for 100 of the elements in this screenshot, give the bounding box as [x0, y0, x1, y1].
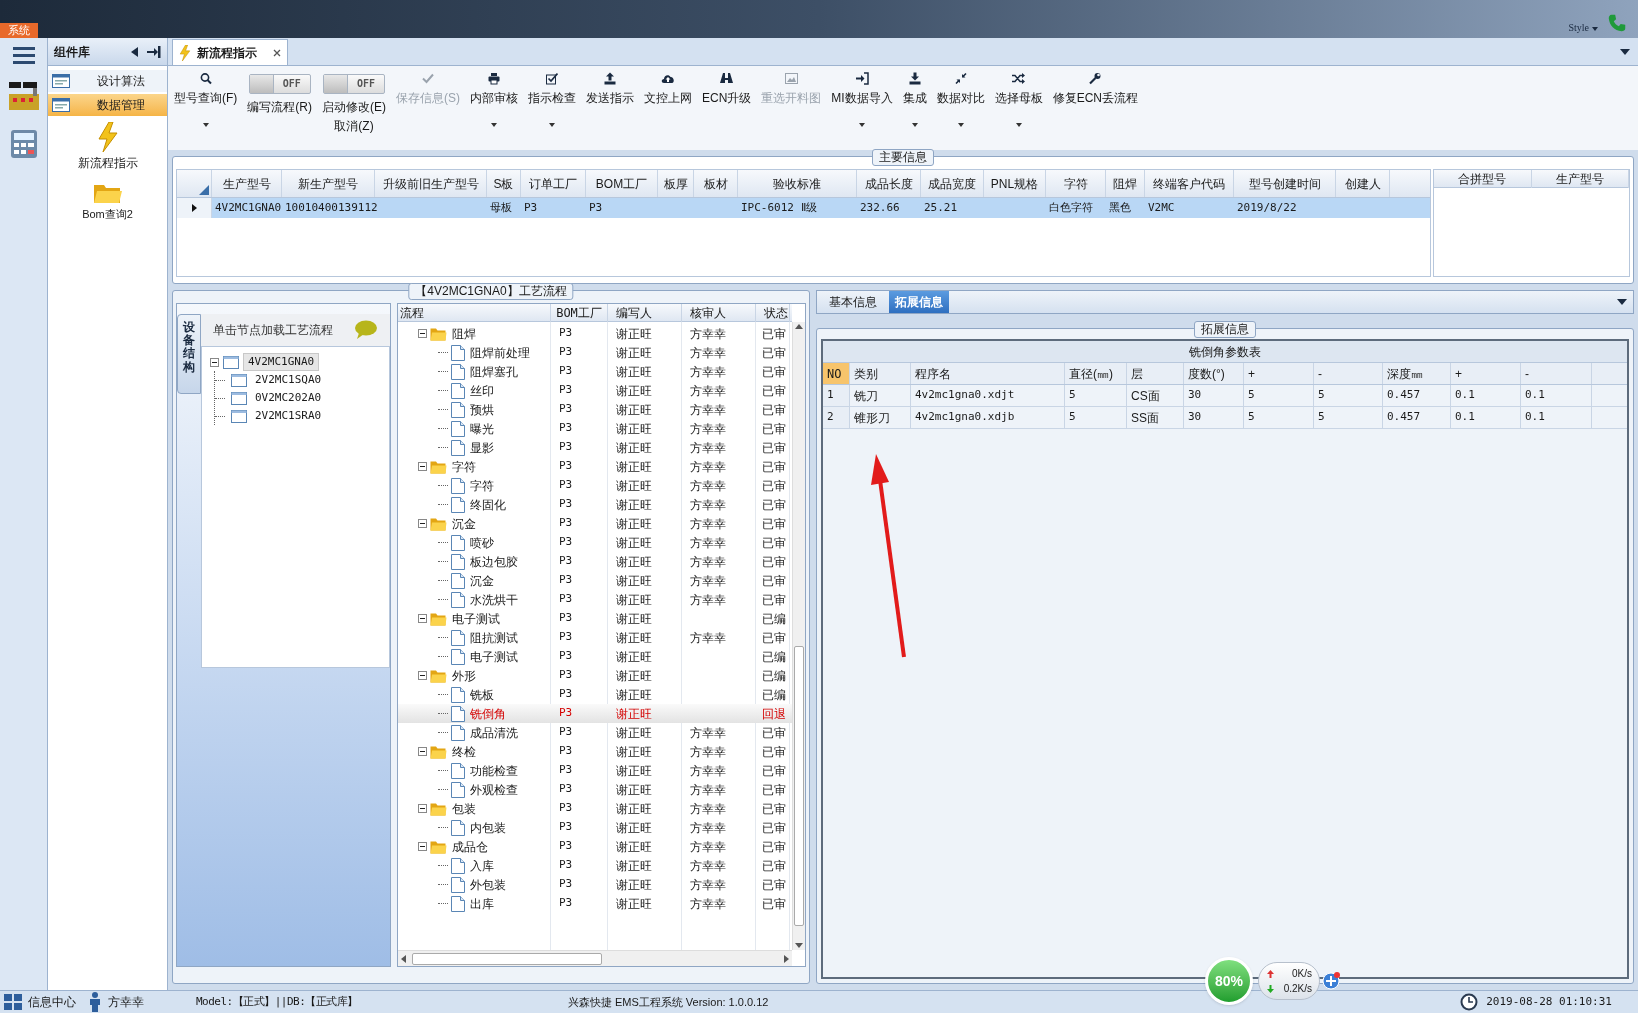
toolbar-button[interactable]: 集成 [902, 70, 927, 127]
collapse-icon[interactable] [210, 357, 219, 367]
column-header[interactable]: 终端客户代码 [1145, 170, 1234, 197]
column-header[interactable]: 类别 [850, 363, 911, 384]
scroll-left-icon[interactable] [401, 954, 406, 963]
column-header[interactable]: 阻焊 [1106, 170, 1145, 197]
column-header[interactable]: 验收标准 [738, 170, 857, 197]
table-row[interactable]: 水洗烘干 P3 谢正旺 方幸幸 已审 [398, 590, 792, 609]
table-row[interactable]: 铣倒角 P3 谢正旺 回退 [398, 704, 792, 723]
column-header[interactable]: 深度㎜ [1383, 363, 1451, 384]
column-header[interactable]: 板材 [694, 170, 738, 197]
collapse-icon[interactable] [418, 462, 427, 471]
column-header[interactable]: 层 [1127, 363, 1184, 384]
table-row[interactable]: 铣板 P3 谢正旺 已编 [398, 685, 792, 704]
dropdown-caret-icon[interactable] [1592, 27, 1598, 31]
column-header[interactable]: 合拼型号 [1434, 170, 1532, 188]
scroll-up-icon[interactable] [795, 324, 803, 329]
table-row[interactable]: 阻抗测试 P3 谢正旺 方幸幸 已审 [398, 628, 792, 647]
table-row[interactable]: 阻焊 P3 谢正旺 方幸幸 已审 [398, 324, 792, 343]
calculator-icon[interactable] [8, 128, 39, 160]
column-header[interactable]: 直径(㎜) [1065, 363, 1127, 384]
column-header[interactable]: 成品宽度 [921, 170, 984, 197]
column-header[interactable]: BOM工厂 [586, 170, 658, 197]
corner-icon[interactable] [199, 185, 209, 195]
table-row[interactable]: 电子测试 P3 谢正旺 已编 [398, 609, 792, 628]
table-row[interactable]: 成品清洗 P3 谢正旺 方幸幸 已审 [398, 723, 792, 742]
close-icon[interactable] [273, 48, 281, 57]
column-header[interactable]: + [1244, 363, 1314, 384]
column-header[interactable]: 度数(°) [1184, 363, 1244, 384]
collapse-icon[interactable] [418, 842, 427, 851]
toolbar-button[interactable]: 数据对比 [936, 70, 985, 127]
table-row[interactable]: 阻焊前处理 P3 谢正旺 方幸幸 已审 [398, 343, 792, 362]
toolbar-button[interactable]: 指示检查 [528, 70, 576, 127]
table-row[interactable]: 成品仓 P3 谢正旺 方幸幸 已审 [398, 837, 792, 856]
dropdown-arrow-icon[interactable] [1620, 49, 1630, 55]
side-tab[interactable]: 设备结构 [177, 314, 201, 394]
table-row[interactable]: 阻焊塞孔 P3 谢正旺 方幸幸 已审 [398, 362, 792, 381]
menu-icon[interactable] [12, 46, 35, 64]
table-row[interactable]: 4V2MC1GNA0 10010400139112 母板 P3 P3 IPC-6012 Ⅱ级 232.66 25.21 白色字符 黑色 V2MC 2019/8/22 [177, 198, 1430, 218]
dropdown-caret-icon[interactable] [859, 123, 865, 127]
table-row[interactable]: 曝光 P3 谢正旺 方幸幸 已审 [398, 419, 792, 438]
dropdown-caret-icon[interactable] [549, 123, 555, 127]
table-row[interactable]: 终检 P3 谢正旺 方幸幸 已审 [398, 742, 792, 761]
table-row[interactable]: 字符 P3 谢正旺 方幸幸 已审 [398, 476, 792, 495]
column-header[interactable]: 新生产型号 [282, 170, 375, 197]
tree-item[interactable]: 0V2MC202A0 [253, 389, 324, 407]
column-header[interactable]: + [1451, 363, 1521, 384]
collapse-icon[interactable] [418, 804, 427, 813]
sidebar-item[interactable]: 设计算法 [48, 70, 167, 92]
column-header[interactable]: - [1521, 363, 1592, 384]
info-center-link[interactable]: 信息中心 [28, 993, 76, 1011]
dropdown-arrow-icon[interactable] [1617, 299, 1627, 305]
tree-item[interactable]: 4V2MC1GNA0 [243, 352, 320, 372]
table-row[interactable]: 喷砂 P3 谢正旺 方幸幸 已审 [398, 533, 792, 552]
toolbar-button[interactable]: 修复ECN丢流程 [1052, 70, 1139, 107]
collapse-icon[interactable] [418, 614, 427, 623]
sidebar-item[interactable]: 数据管理 [48, 94, 167, 116]
column-header[interactable]: S板 [487, 170, 521, 197]
column-header[interactable]: 成品长度 [857, 170, 921, 197]
toolbar-button[interactable]: 文控上网 [644, 70, 692, 107]
column-header[interactable]: 板厚 [658, 170, 694, 197]
table-row[interactable]: 字符 P3 谢正旺 方幸幸 已审 [398, 457, 792, 476]
toolbar-button[interactable]: 型号查询(F) [174, 70, 238, 127]
scroll-down-icon[interactable] [795, 943, 803, 948]
table-row[interactable]: 板边包胶 P3 谢正旺 方幸幸 已审 [398, 552, 792, 571]
add-icon[interactable] [1322, 972, 1340, 990]
table-row[interactable]: 出库 P3 谢正旺 方幸幸 已审 [398, 894, 792, 913]
column-header[interactable]: 流程 [398, 304, 551, 322]
launcher-button[interactable]: 新流程指示 [77, 122, 138, 172]
tab[interactable]: 基本信息 [823, 291, 883, 313]
dropdown-caret-icon[interactable] [202, 123, 209, 127]
table-row[interactable]: 显影 P3 谢正旺 方幸幸 已审 [398, 438, 792, 457]
table-row[interactable]: 预烘 P3 谢正旺 方幸幸 已审 [398, 400, 792, 419]
table-row[interactable]: 外包装 P3 谢正旺 方幸幸 已审 [398, 875, 792, 894]
dropdown-caret-icon[interactable] [1015, 123, 1022, 127]
vertical-scrollbar[interactable] [792, 322, 805, 950]
toggle-switch[interactable]: OFF [323, 74, 385, 94]
table-row[interactable]: 终固化 P3 谢正旺 方幸幸 已审 [398, 495, 792, 514]
table-row[interactable]: 沉金 P3 谢正旺 方幸幸 已审 [398, 571, 792, 590]
column-header[interactable]: 升级前旧生产型号 [375, 170, 487, 197]
table-row[interactable]: 丝印 P3 谢正旺 方幸幸 已审 [398, 381, 792, 400]
toolbar-button[interactable]: MI数据导入 [831, 70, 893, 127]
table-row[interactable]: 电子测试 P3 谢正旺 已编 [398, 647, 792, 666]
column-header[interactable]: NO [823, 363, 850, 384]
collapse-icon[interactable] [131, 46, 139, 57]
scroll-right-icon[interactable] [784, 954, 789, 963]
collapse-icon[interactable] [418, 747, 427, 756]
factory-icon[interactable] [6, 80, 41, 112]
column-header[interactable]: 核审人 [682, 304, 756, 322]
column-header[interactable]: 订单工厂 [521, 170, 586, 197]
column-header[interactable]: 编写人 [608, 304, 682, 322]
column-header[interactable]: BOM工厂 [551, 304, 608, 322]
toggle-switch[interactable]: OFF [248, 74, 311, 94]
table-row[interactable]: 外形 P3 谢正旺 已编 [398, 666, 792, 685]
column-header[interactable]: - [1314, 363, 1383, 384]
column-header[interactable]: 生产型号 [1531, 170, 1629, 188]
column-header[interactable]: 状态 [756, 304, 790, 322]
table-row[interactable]: 内包装 P3 谢正旺 方幸幸 已审 [398, 818, 792, 837]
table-row[interactable]: 入库 P3 谢正旺 方幸幸 已审 [398, 856, 792, 875]
column-header[interactable]: 创建人 [1336, 170, 1390, 197]
